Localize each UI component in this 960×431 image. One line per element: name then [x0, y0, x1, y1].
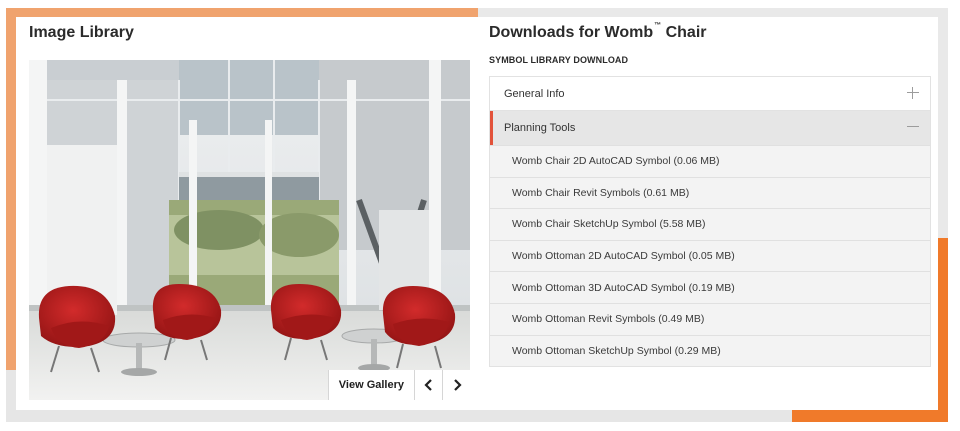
plus-icon[interactable]: [906, 86, 920, 100]
download-link[interactable]: Womb Chair SketchUp Symbol (5.58 MB): [490, 208, 930, 240]
symbol-library-label: SYMBOL LIBRARY DOWNLOAD: [489, 55, 629, 65]
download-link[interactable]: Womb Ottoman 3D AutoCAD Symbol (0.19 MB): [490, 271, 930, 303]
downloads-title-suffix: Chair: [665, 24, 707, 41]
previous-image-button[interactable]: [414, 370, 442, 400]
view-gallery-button[interactable]: View Gallery: [327, 370, 414, 400]
frame-bar: [792, 410, 948, 422]
next-image-button[interactable]: [442, 370, 470, 400]
page: Image Library View Gallery Downloads for…: [0, 0, 960, 431]
chevron-right-icon: [453, 379, 462, 391]
download-list: Womb Chair 2D AutoCAD Symbol (0.06 MB) W…: [490, 145, 930, 367]
frame-bar: [6, 410, 796, 422]
minus-icon[interactable]: [906, 120, 920, 134]
frame-bar: [6, 8, 478, 17]
atrium-photo: [29, 60, 470, 400]
download-link[interactable]: Womb Ottoman 2D AutoCAD Symbol (0.05 MB): [490, 239, 930, 272]
download-link[interactable]: Womb Ottoman SketchUp Symbol (0.29 MB): [490, 334, 930, 367]
download-link[interactable]: Womb Chair 2D AutoCAD Symbol (0.06 MB): [490, 145, 930, 177]
downloads-title-text: Downloads for Womb: [489, 24, 654, 41]
gallery-image[interactable]: View Gallery: [29, 60, 470, 400]
frame-bar: [6, 8, 16, 370]
gallery-controls: View Gallery: [327, 370, 470, 400]
frame-bar: [478, 8, 948, 17]
downloads-accordion: General Info Planning Tools Womb Chair 2…: [489, 76, 931, 368]
chevron-left-icon: [423, 379, 432, 391]
download-link[interactable]: Womb Ottoman Revit Symbols (0.49 MB): [490, 302, 930, 335]
download-link[interactable]: Womb Chair Revit Symbols (0.61 MB): [490, 176, 930, 209]
accordion-general-info[interactable]: General Info: [490, 77, 930, 111]
planning-tools-label: Planning Tools: [504, 122, 576, 134]
trademark-symbol: ™: [654, 22, 662, 29]
frame-bar: [938, 8, 948, 238]
downloads-title: Downloads for Womb™ Chair: [489, 22, 707, 42]
image-library-title: Image Library: [29, 24, 134, 41]
frame-bar: [938, 238, 948, 422]
accordion-planning-tools[interactable]: Planning Tools: [490, 111, 930, 145]
general-info-label: General Info: [504, 87, 565, 100]
